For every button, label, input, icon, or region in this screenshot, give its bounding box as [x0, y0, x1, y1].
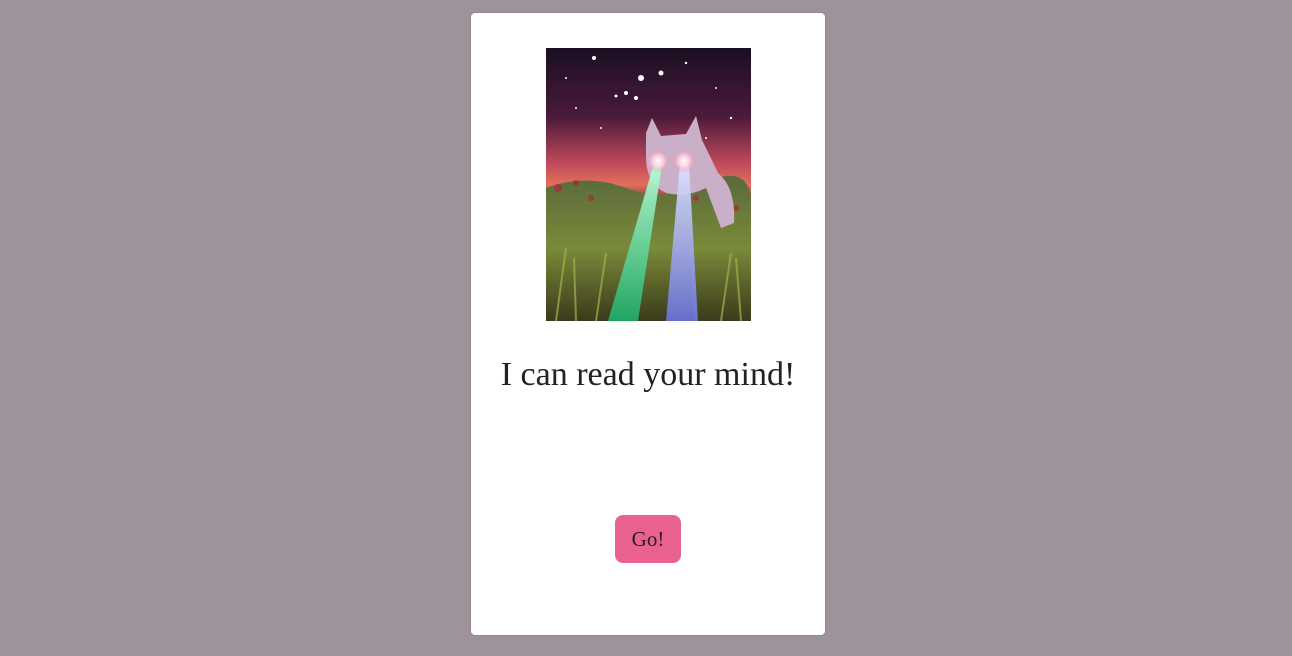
mind-reader-card: I can read your mind! Go! [471, 13, 825, 635]
go-button[interactable]: Go! [615, 515, 681, 563]
page-title: I can read your mind! [500, 356, 796, 393]
laser-eyes-cat-image [546, 48, 751, 321]
